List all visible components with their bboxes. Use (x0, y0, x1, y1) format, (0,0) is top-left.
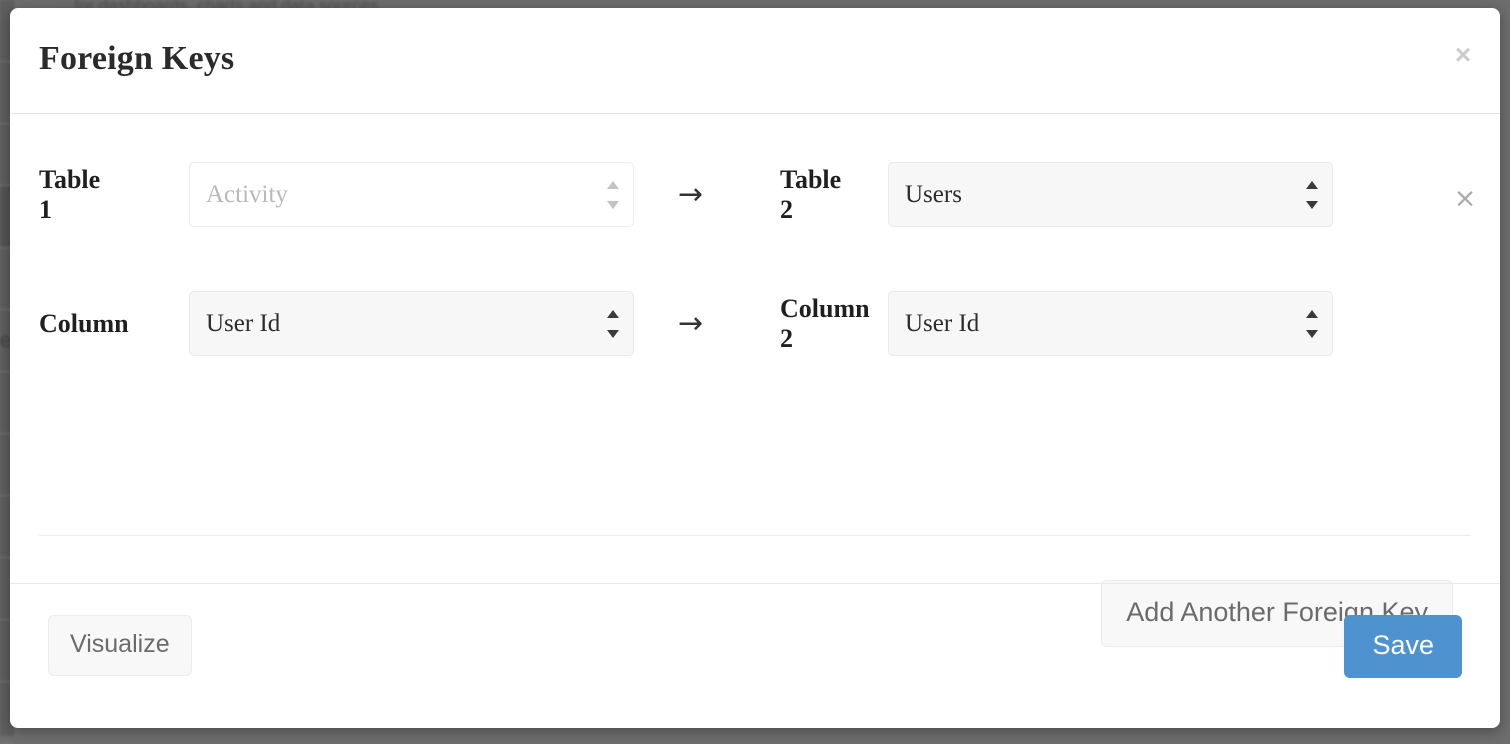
table2-select-value: Users (905, 181, 962, 209)
arrow-right-icon: → (678, 180, 703, 210)
divider (39, 535, 1471, 536)
foreign-key-entry: Table 1 Activity → Table 2 Users × (10, 114, 1500, 356)
close-icon[interactable]: × (1446, 38, 1480, 72)
chevron-updown-icon (607, 310, 619, 338)
column1-select-value: User Id (206, 310, 280, 338)
table2-select[interactable]: Users (888, 162, 1333, 227)
remove-foreign-key-icon[interactable]: × (1450, 184, 1480, 214)
save-button[interactable]: Save (1344, 615, 1462, 678)
column2-select[interactable]: User Id (888, 291, 1333, 356)
chevron-updown-icon (607, 181, 619, 209)
dialog-footer: Visualize Save (10, 583, 1500, 727)
chevron-updown-icon (1306, 181, 1318, 209)
column1-select[interactable]: User Id (189, 291, 634, 356)
column2-select-value: User Id (905, 310, 979, 338)
foreign-keys-dialog: Foreign Keys × Table 1 Activity → Table … (10, 8, 1500, 728)
table1-select[interactable]: Activity (189, 162, 634, 227)
table-mapping-row: Table 1 Activity → Table 2 Users × (10, 162, 1500, 227)
chevron-updown-icon (1306, 310, 1318, 338)
arrow-right-icon: → (678, 309, 703, 339)
dialog-body: Table 1 Activity → Table 2 Users × (10, 114, 1500, 583)
page-title: Foreign Keys (39, 40, 234, 78)
column-mapping-row: Column User Id → Column 2 User Id (10, 291, 1500, 356)
visualize-button[interactable]: Visualize (48, 615, 192, 676)
table1-select-value: Activity (206, 181, 288, 209)
dialog-header: Foreign Keys × (10, 8, 1500, 114)
